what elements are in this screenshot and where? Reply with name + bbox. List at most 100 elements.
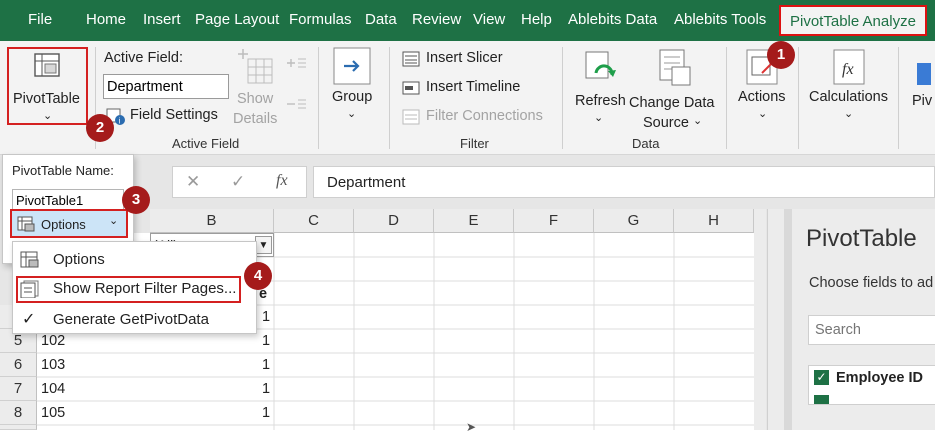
insert-timeline-button[interactable]: Insert Timeline [402, 78, 532, 100]
pane-title: PivotTable [806, 225, 917, 252]
divider [562, 47, 563, 149]
tab-pivottable-analyze[interactable]: PivotTable Analyze [779, 5, 927, 36]
highlight-box-options [10, 209, 128, 238]
menu-item-options[interactable]: Options [13, 245, 256, 274]
cell-b8[interactable]: 1 [262, 405, 270, 421]
cell-a6[interactable]: 103 [41, 357, 65, 373]
refresh-button[interactable]: Refresh ⌄ [572, 45, 628, 131]
slicer-icon [402, 51, 420, 67]
tab-page-layout[interactable]: Page Layout [195, 11, 279, 28]
pane-splitter[interactable] [784, 209, 792, 430]
step-badge-2: 2 [86, 114, 114, 142]
confirm-icon[interactable]: ✓ [231, 172, 245, 192]
svg-text:i: i [119, 117, 121, 126]
highlight-box-pivottable [7, 47, 88, 125]
highlight-box-show-report-filter-pages [16, 276, 241, 303]
insert-slicer-button[interactable]: Insert Slicer [402, 49, 522, 71]
chevron-down-icon: ⌄ [693, 115, 703, 127]
change-data-source-icon [659, 49, 691, 86]
tab-help[interactable]: Help [521, 11, 552, 28]
cancel-icon[interactable]: ✕ [186, 172, 200, 192]
filter-dropdown-icon[interactable]: ▼ [255, 236, 272, 254]
column-header-e[interactable]: E [434, 209, 514, 233]
tab-home[interactable]: Home [86, 11, 126, 28]
show-details-label-1[interactable]: Show [237, 91, 273, 107]
column-header-b[interactable]: B [150, 209, 274, 233]
field-settings-label: Field Settings [130, 107, 218, 123]
divider [389, 47, 390, 149]
field-search-input[interactable] [808, 315, 935, 345]
step-badge-1: 1 [767, 41, 795, 69]
field-employee-id[interactable]: Employee ID [836, 370, 923, 386]
timeline-icon [402, 81, 420, 95]
sheet-edge [754, 209, 766, 430]
active-field-label: Active Field: [104, 50, 183, 66]
checkbox-checked-icon[interactable]: ✓ [814, 370, 829, 385]
column-header-f[interactable]: F [514, 209, 594, 233]
row-header-9[interactable] [0, 425, 37, 430]
refresh-icon [585, 51, 616, 79]
cell-a7[interactable]: 104 [41, 381, 65, 397]
menu-item-options-label: Options [53, 251, 105, 268]
group-label-data: Data [632, 136, 660, 151]
formula-buttons: ✕ ✓ fx [172, 166, 307, 198]
insert-function-icon[interactable]: fx [276, 172, 288, 190]
active-field-input[interactable] [103, 74, 229, 99]
tab-file[interactable]: File [28, 11, 52, 28]
cell-b4[interactable]: 1 [262, 309, 270, 325]
calculations-label: Calculations [809, 89, 888, 105]
divider [898, 47, 899, 149]
divider [318, 47, 319, 149]
pivottable-name-label: PivotTable Name: [12, 163, 114, 178]
pane-subtitle: Choose fields to ad [809, 275, 934, 291]
field-settings-button[interactable]: i Field Settings [106, 105, 226, 129]
chevron-down-icon: ⌄ [844, 108, 854, 120]
insert-slicer-label: Insert Slicer [426, 50, 503, 66]
cell-b7[interactable]: 1 [262, 381, 270, 397]
cell-a5[interactable]: 102 [41, 333, 65, 349]
column-header-h[interactable]: H [674, 209, 754, 233]
expand-field-small-icon[interactable] [285, 55, 307, 71]
filter-connections-button[interactable]: Filter Connections [402, 107, 552, 129]
options-icon [20, 251, 39, 268]
row-header-8[interactable]: 8 [0, 401, 37, 425]
options-menu: Options Show Report Filter Pages... ✓ Ge… [12, 241, 257, 334]
pivot-partial-label[interactable]: Piv [912, 93, 932, 109]
collapse-field-small-icon[interactable] [285, 96, 307, 112]
tab-insert[interactable]: Insert [143, 11, 181, 28]
row-header-6[interactable]: 6 [0, 353, 37, 377]
calculations-icon: fx [833, 49, 865, 85]
actions-label: Actions [738, 89, 786, 105]
change-data-label: Change Data [629, 95, 715, 111]
field-list: ✓ Employee ID [808, 365, 935, 405]
mouse-cursor-icon: ➤ [466, 420, 477, 434]
tab-formulas[interactable]: Formulas [289, 11, 352, 28]
menu-item-generate-getpivotdata-label: Generate GetPivotData [53, 311, 209, 328]
tab-ablebits-tools[interactable]: Ablebits Tools [674, 11, 766, 28]
checkbox-checked-icon[interactable] [814, 395, 829, 404]
cell-b5[interactable]: 1 [262, 333, 270, 349]
divider [798, 47, 799, 149]
formula-content: Department [327, 174, 406, 191]
cell-a8[interactable]: 105 [41, 405, 65, 421]
tab-data[interactable]: Data [365, 11, 397, 28]
tab-view[interactable]: View [473, 11, 505, 28]
row-header-7[interactable]: 7 [0, 377, 37, 401]
cell-b6[interactable]: 1 [262, 357, 270, 373]
menu-item-generate-getpivotdata[interactable]: ✓ Generate GetPivotData [13, 305, 256, 334]
pivotchart-icon[interactable] [917, 63, 931, 85]
group-button[interactable]: Group ⌄ [327, 45, 379, 127]
column-header-c[interactable]: C [274, 209, 354, 233]
calculations-button[interactable]: fx Calculations ⌄ [806, 45, 894, 129]
tab-review[interactable]: Review [412, 11, 461, 28]
change-data-source-button[interactable]: Change Data Source ⌄ [628, 45, 718, 131]
tab-ablebits-data[interactable]: Ablebits Data [568, 11, 657, 28]
formula-input[interactable]: Department [313, 166, 935, 198]
chevron-down-icon: ⌄ [758, 108, 768, 120]
column-header-g[interactable]: G [594, 209, 674, 233]
column-header-d[interactable]: D [354, 209, 434, 233]
pivottable-name-input[interactable] [12, 189, 124, 211]
step-badge-4: 4 [244, 262, 272, 290]
show-details-label-2[interactable]: Details [233, 111, 277, 127]
divider [726, 47, 727, 149]
